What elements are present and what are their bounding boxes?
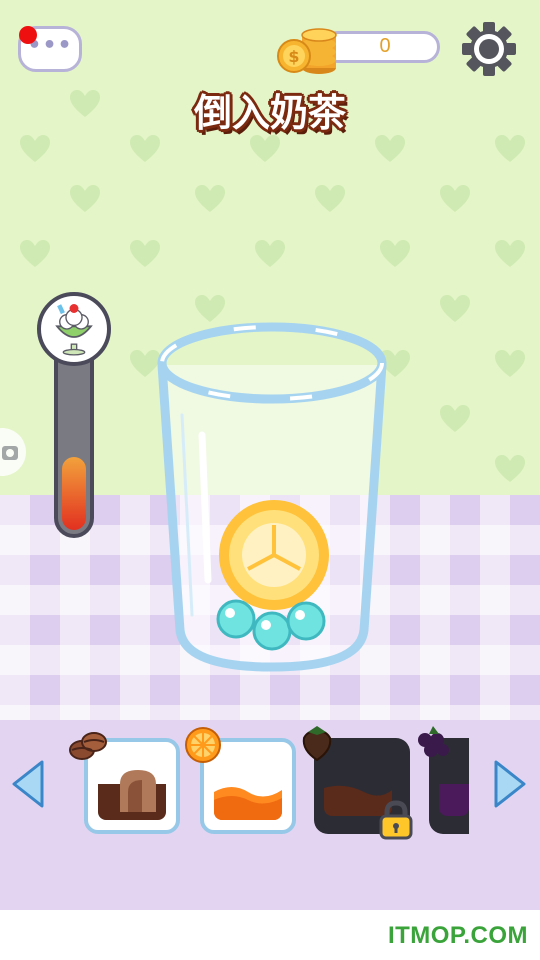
heart-pattern-icon <box>250 135 280 163</box>
heart-pattern-icon <box>495 240 525 268</box>
heart-pattern-icon <box>130 135 160 163</box>
grape-icon <box>411 722 453 764</box>
heart-pattern-icon <box>440 405 470 433</box>
scroll-left-arrow-icon[interactable] <box>8 758 48 810</box>
heart-pattern-icon <box>495 135 525 163</box>
orange-liquid-preview <box>214 752 282 820</box>
orange-slice-icon <box>182 724 224 766</box>
heart-pattern-icon <box>70 90 100 118</box>
progress-meter <box>54 340 94 538</box>
heart-pattern-icon <box>375 135 405 163</box>
scroll-right-arrow-icon[interactable] <box>490 758 530 810</box>
heart-pattern-icon <box>495 455 525 483</box>
heart-pattern-icon <box>195 185 225 213</box>
heart-pattern-icon <box>440 295 470 323</box>
heart-pattern-icon <box>20 135 50 163</box>
heart-pattern-icon <box>440 185 470 213</box>
heart-pattern-icon <box>495 350 525 378</box>
heart-pattern-icon <box>20 240 50 268</box>
strawberry-icon <box>296 722 338 764</box>
settings-gear-icon[interactable] <box>460 20 518 78</box>
coffee-beans-icon <box>66 726 108 768</box>
glass-cup <box>152 315 392 685</box>
progress-fill <box>62 457 86 530</box>
heart-pattern-icon <box>255 240 285 268</box>
heart-pattern-icon <box>130 240 160 268</box>
heart-pattern-icon <box>380 240 410 268</box>
parfait-cup-icon <box>37 292 111 366</box>
level-instruction-title: 倒入奶茶 <box>193 91 346 135</box>
notification-dot-icon <box>19 26 37 44</box>
heart-pattern-icon <box>70 185 100 213</box>
lock-icon <box>377 800 415 840</box>
svg-text:$: $ <box>288 47 299 66</box>
watermark-text: ITMOP.COM <box>387 922 528 949</box>
coin-stack-icon: $ <box>277 24 339 76</box>
coin-value: 0 <box>379 35 391 57</box>
coffee-liquid-preview <box>98 752 166 820</box>
heart-pattern-icon <box>315 185 345 213</box>
side-drawer-tab[interactable] <box>0 428 26 476</box>
